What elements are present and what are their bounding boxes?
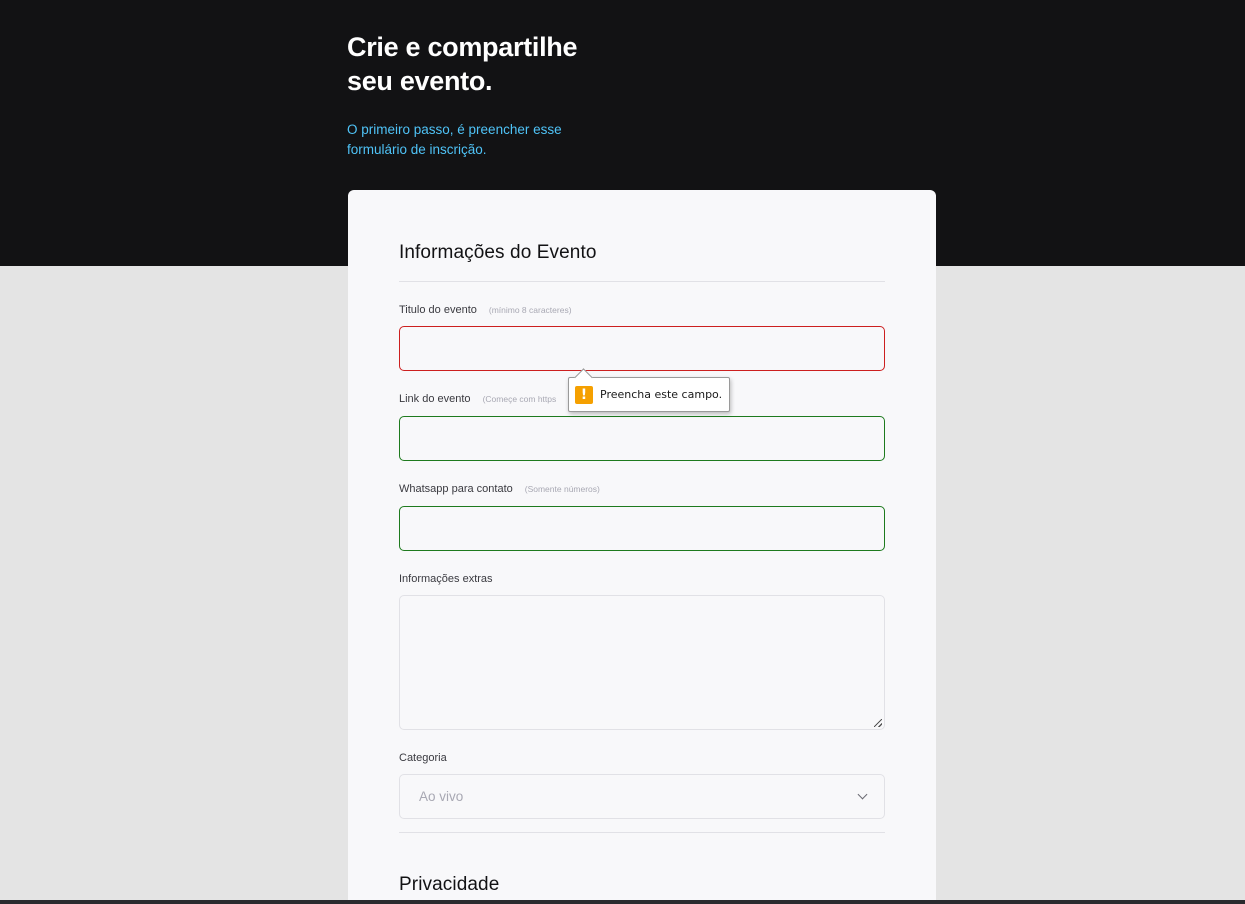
event-title-input[interactable]	[399, 326, 885, 371]
extras-label-row: Informações extras	[399, 573, 493, 585]
chevron-down-icon	[857, 789, 868, 800]
event-link-input[interactable]	[399, 416, 885, 461]
event-link-hint: (Começe com https	[482, 394, 557, 404]
extra-info-textarea[interactable]	[399, 595, 885, 730]
validation-message: Preencha este campo.	[600, 388, 723, 401]
warning-icon: !	[575, 385, 593, 404]
whatsapp-label-row: Whatsapp para contato (Somente números)	[399, 483, 600, 495]
category-selected-value: Ao vivo	[419, 789, 464, 804]
extra-info-label: Informações extras	[399, 573, 493, 585]
link-label-row: Link do evento (Começe com https	[399, 393, 556, 405]
page-subtitle: O primeiro passo, é preencher esse formu…	[347, 122, 562, 157]
validation-tooltip: ! Preencha este campo.	[568, 377, 731, 412]
event-title-label: Titulo do evento	[399, 304, 477, 316]
whatsapp-input[interactable]	[399, 506, 885, 551]
event-form-card: Informações do Evento Titulo do evento (…	[348, 190, 936, 904]
title-label-row: Titulo do evento (mínimo 8 caracteres)	[399, 304, 572, 316]
whatsapp-label: Whatsapp para contato	[399, 483, 513, 495]
divider	[399, 832, 885, 833]
divider	[399, 281, 885, 282]
bottom-edge	[0, 900, 1245, 904]
resize-handle-icon[interactable]	[874, 719, 882, 727]
category-select[interactable]: Ao vivo	[399, 774, 885, 819]
page-title: Crie e compartilhe seu evento.	[347, 32, 578, 96]
event-link-label: Link do evento	[399, 393, 471, 405]
whatsapp-hint: (Somente números)	[524, 484, 600, 494]
category-label: Categoria	[399, 752, 447, 764]
section-title-privacy: Privacidade	[399, 874, 500, 895]
section-title-event-info: Informações do Evento	[399, 242, 597, 263]
hero: Crie e compartilhe seu evento. O primeir…	[347, 30, 647, 160]
category-label-row: Categoria	[399, 752, 447, 764]
event-title-hint: (mínimo 8 caracteres)	[488, 305, 572, 315]
